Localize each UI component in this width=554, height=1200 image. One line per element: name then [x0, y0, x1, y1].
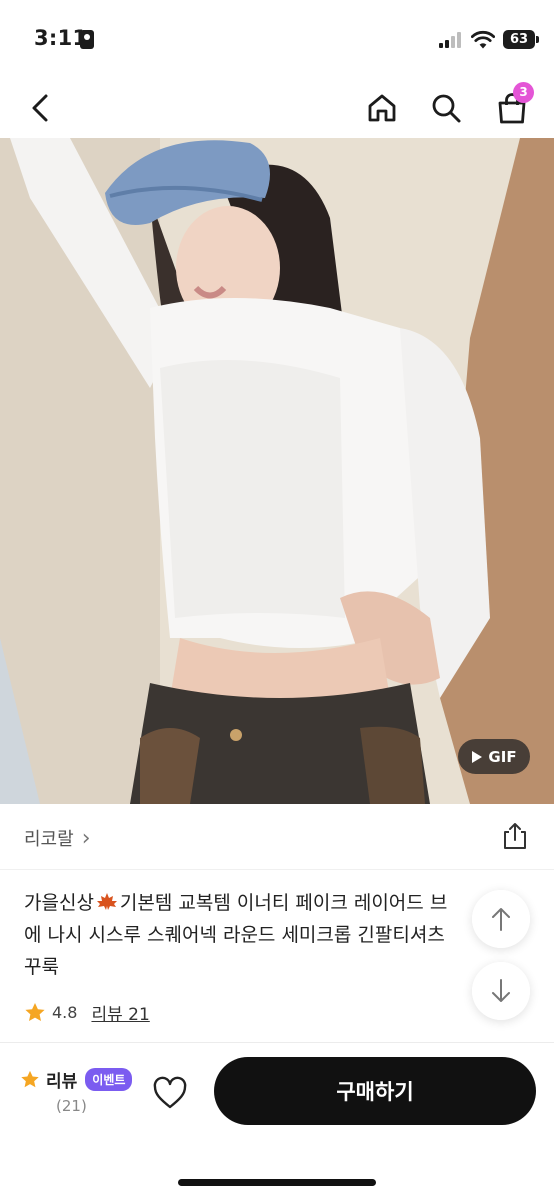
title-line1: 기본템 교복템 이너티 페이크 레이어드 — [119, 892, 430, 914]
top-nav-bar: 3 — [0, 80, 554, 138]
product-image[interactable]: GIF — [0, 138, 554, 804]
scroll-up-button[interactable] — [472, 890, 530, 948]
home-icon — [368, 94, 396, 122]
rating-value: 4.8 — [52, 1003, 78, 1022]
search-icon — [432, 94, 461, 123]
scroll-down-button[interactable] — [472, 962, 530, 1020]
buy-button[interactable]: 구매하기 — [214, 1057, 536, 1125]
gif-badge[interactable]: GIF — [458, 739, 530, 774]
heart-icon[interactable] — [152, 1076, 188, 1110]
brand-name: 리코랄 — [24, 829, 74, 850]
title-line2: 에 나시 시스루 스퀘어넥 라운드 세미크롭 긴팔티셔츠 — [24, 924, 445, 946]
share-icon[interactable] — [500, 821, 530, 851]
product-photo — [0, 138, 554, 804]
cart-count-badge: 3 — [513, 82, 534, 103]
arrow-up-icon — [492, 908, 510, 931]
review-link[interactable]: 리뷰 21 — [91, 1000, 149, 1025]
review-summary[interactable]: 리뷰 이벤트 — [20, 1067, 133, 1092]
cart-button[interactable]: 3 — [492, 82, 534, 128]
rating-row: 4.8 리뷰 21 — [24, 1000, 150, 1025]
title-cut: 브 — [429, 892, 448, 914]
product-title: 가을신상 기본템 교복템 이너티 페이크 레이어드 브 에 나시 시스루 스퀘어넥… — [24, 887, 528, 983]
brand-row: 리코랄 › — [0, 804, 554, 870]
chevron-left-icon — [32, 94, 48, 122]
home-button[interactable] — [362, 88, 402, 128]
chevron-right-icon: › — [81, 825, 91, 851]
status-bar: 3:11 63 — [0, 0, 554, 80]
title-prefix: 가을신상 — [24, 892, 94, 914]
star-icon — [21, 1070, 39, 1088]
wifi-icon — [471, 30, 495, 49]
cellular-signal-icon — [439, 32, 465, 48]
gif-label: GIF — [488, 747, 517, 766]
search-button[interactable] — [426, 88, 466, 128]
title-line3: 꾸룩 — [24, 956, 59, 978]
arrow-down-icon — [492, 979, 510, 1002]
brand-link[interactable]: 리코랄 › — [24, 825, 91, 851]
review-count: (21) — [56, 1097, 87, 1115]
maple-leaf-icon — [96, 893, 117, 910]
event-badge: 이벤트 — [85, 1068, 133, 1091]
contact-card-icon — [80, 30, 94, 49]
review-label: 리뷰 — [46, 1072, 78, 1092]
play-icon — [472, 750, 483, 763]
bottom-action-bar: 리뷰 이벤트 (21) 구매하기 — [0, 1042, 554, 1200]
battery-indicator: 63 — [503, 30, 539, 49]
home-indicator — [178, 1179, 376, 1186]
back-button[interactable] — [20, 88, 60, 128]
star-icon — [25, 1003, 45, 1021]
